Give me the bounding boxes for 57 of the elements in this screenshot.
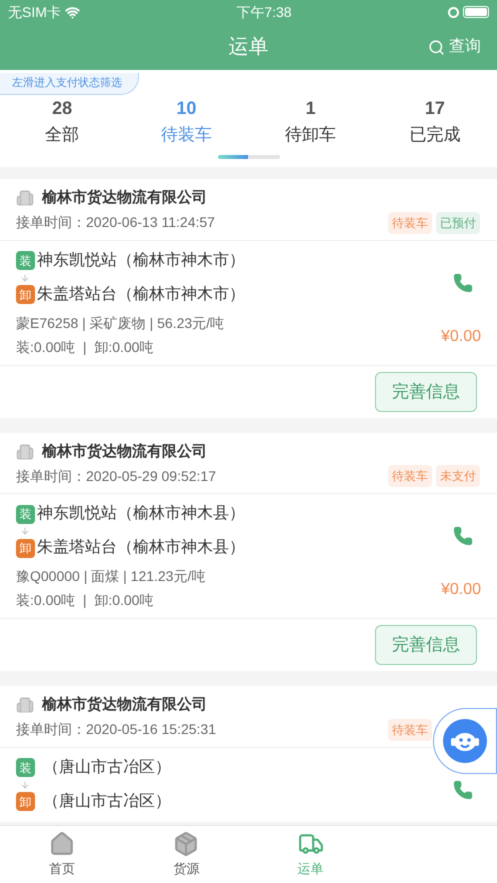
weights: 装:0.00吨 | 卸:0.00吨	[16, 338, 154, 356]
nav-tab[interactable]: 首页	[0, 826, 124, 883]
arrow-icon	[20, 780, 30, 790]
stop-badge: 装	[16, 504, 35, 524]
battery-icon	[462, 6, 489, 18]
wifi-icon	[64, 4, 80, 20]
stop-badge: 卸	[16, 792, 35, 811]
status-tab[interactable]: 17 已完成	[372, 94, 497, 147]
status-tag: 未支付	[436, 465, 480, 487]
status-tag: 已预付	[436, 212, 480, 234]
cargo-details: 蒙E76258 | 采矿废物 | 56.23元/吨	[16, 314, 226, 332]
status-tag: 待装车	[388, 718, 432, 740]
scroll-indicator	[218, 155, 280, 159]
stop-badge: 卸	[16, 538, 35, 558]
accepted-time: 接单时间：2020-05-29 09:52:17	[16, 466, 216, 486]
price: ¥0.00	[440, 580, 481, 600]
phone-icon[interactable]	[453, 780, 473, 800]
stop-location: （唐山市古冶区）	[43, 792, 171, 812]
stop-location: 朱盖塔站台（榆林市神木县）	[37, 538, 245, 558]
stop-location: （唐山市古冶区）	[43, 758, 171, 778]
accepted-time: 接单时间：2020-06-13 11:24:57	[16, 213, 215, 232]
carrier: 无SIM卡	[8, 2, 61, 22]
stop-badge: 装	[16, 758, 35, 777]
home-icon	[49, 830, 76, 857]
company-name: 榆林市货达物流有限公司	[42, 695, 207, 715]
order-card[interactable]: 榆林市货达物流有限公司 接单时间：2020-05-16 15:25:31 待装车 装 （唐山市古冶区） 卸 （唐山市古冶区）	[0, 686, 497, 822]
price: ¥0.00	[440, 326, 481, 346]
building-icon	[16, 442, 34, 461]
arrow-icon	[20, 526, 30, 536]
phone-icon[interactable]	[453, 272, 473, 292]
status-tag: 待装车	[388, 212, 432, 234]
stop-location: 神东凯悦站（榆林市神木市）	[37, 250, 245, 270]
search-icon	[428, 38, 445, 56]
robot-face-icon	[443, 719, 487, 763]
company-name: 榆林市货达物流有限公司	[42, 188, 207, 208]
status-tag: 待装车	[388, 465, 432, 487]
clock: 下午7:38	[236, 2, 292, 22]
building-icon	[16, 696, 34, 714]
stop-badge: 卸	[16, 285, 35, 304]
accepted-time: 接单时间：2020-05-16 15:25:31	[16, 720, 216, 739]
stop-badge: 装	[16, 251, 35, 270]
filter-hint: 左滑进入支付状态筛选	[0, 73, 139, 94]
stop-location: 神东凯悦站（榆林市神木县）	[37, 504, 245, 524]
page-title: 运单	[228, 35, 268, 60]
order-card[interactable]: 榆林市货达物流有限公司 接单时间：2020-06-13 11:24:57 待装车 已预付 装 神东凯悦站（榆林市神木市） 卸 朱盖塔站台（榆林市神木市） 蒙E76258 | 采矿废物 | 56.23元/吨 装:0.00吨 | 卸:0.00吨 ¥0.00 完善信息	[0, 179, 497, 418]
phone-icon[interactable]	[453, 526, 473, 546]
cargo-details: 豫Q00000 | 面煤 | 121.23元/吨	[16, 567, 206, 586]
status-tab[interactable]: 1 待卸车	[248, 94, 373, 147]
building-icon	[16, 189, 34, 208]
order-card[interactable]: 榆林市货达物流有限公司 接单时间：2020-05-29 09:52:17 待装车 未支付 装 神东凯悦站（榆林市神木县） 卸 朱盖塔站台（榆林市神木县） 豫Q00000 | 面煤 | 121.23元/吨 装:0.00吨 | 卸:0.00吨 ¥0.00 完善信息	[0, 432, 497, 671]
stop-location: 朱盖塔站台（榆林市神木市）	[37, 284, 245, 304]
arrow-icon	[20, 272, 30, 282]
nav-tab[interactable]: 货源	[124, 826, 248, 883]
box-icon	[173, 830, 200, 857]
status-tab[interactable]: 28 全部	[0, 94, 124, 147]
company-name: 榆林市货达物流有限公司	[42, 442, 207, 462]
weights: 装:0.00吨 | 卸:0.00吨	[16, 591, 154, 610]
